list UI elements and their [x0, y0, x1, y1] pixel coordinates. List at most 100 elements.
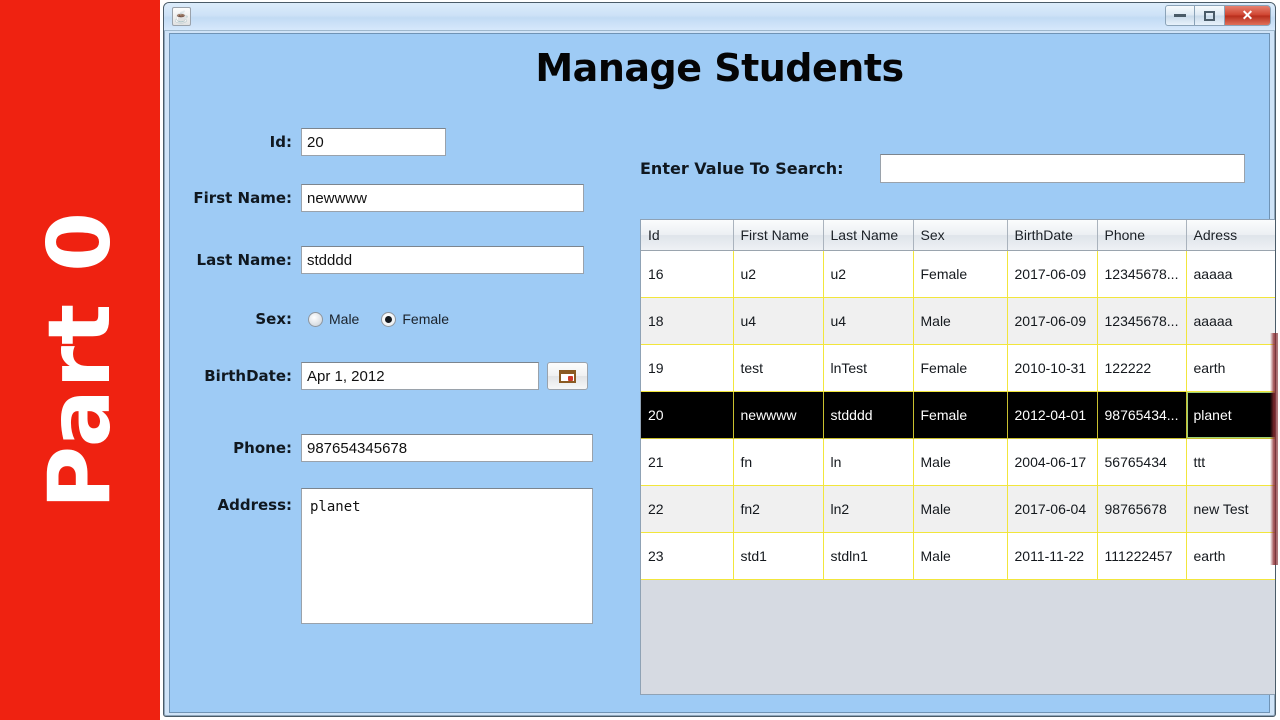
- table-row[interactable]: 19 test lnTest Female 2010-10-31 122222 earth: [641, 344, 1275, 392]
- table-row[interactable]: 18 u4 u4 Male 2017-06-09 12345678... aaaaa: [641, 297, 1275, 345]
- cell-phone[interactable]: 12345678...: [1097, 297, 1187, 345]
- address-textarea[interactable]: planet: [301, 488, 593, 624]
- cell-first-name[interactable]: u2: [733, 250, 824, 298]
- radio-female[interactable]: Female: [381, 311, 449, 327]
- search-and-table-panel: Enter Value To Search: Id First Name Las…: [640, 114, 1275, 714]
- cell-adress[interactable]: earth: [1186, 532, 1275, 580]
- search-input[interactable]: [880, 154, 1245, 183]
- minimize-button[interactable]: [1165, 5, 1195, 26]
- cell-first-name[interactable]: newwww: [733, 391, 824, 439]
- phone-input[interactable]: 987654345678: [301, 434, 593, 462]
- table-body: 16 u2 u2 Female 2017-06-09 12345678... aaaaa 18…: [641, 250, 1275, 580]
- cell-sex[interactable]: Female: [913, 391, 1008, 439]
- table-row[interactable]: 20 newwww stdddd Female 2012-04-01 98765434..…: [641, 391, 1275, 439]
- cell-adress[interactable]: planet: [1186, 391, 1275, 439]
- calendar-icon: [559, 369, 576, 383]
- cell-birthdate[interactable]: 2011-11-22: [1007, 532, 1098, 580]
- cell-last-name[interactable]: lnTest: [823, 344, 914, 392]
- column-header-birthdate[interactable]: BirthDate: [1007, 220, 1098, 251]
- date-picker-button[interactable]: [547, 362, 588, 390]
- birthdate-label: BirthDate:: [204, 367, 292, 385]
- cell-adress[interactable]: aaaaa: [1186, 297, 1275, 345]
- search-label: Enter Value To Search:: [640, 159, 844, 178]
- cell-first-name[interactable]: test: [733, 344, 824, 392]
- column-header-adress[interactable]: Adress: [1186, 220, 1275, 251]
- cell-phone[interactable]: 98765434...: [1097, 391, 1187, 439]
- column-header-sex[interactable]: Sex: [913, 220, 1008, 251]
- cell-birthdate[interactable]: 2004-06-17: [1007, 438, 1098, 486]
- cell-birthdate[interactable]: 2017-06-04: [1007, 485, 1098, 533]
- cell-last-name[interactable]: u4: [823, 297, 914, 345]
- radio-male[interactable]: Male: [308, 311, 359, 327]
- side-banner: Part 0: [0, 0, 160, 720]
- column-header-last-name[interactable]: Last Name: [823, 220, 914, 251]
- cell-phone[interactable]: 111222457: [1097, 532, 1187, 580]
- column-header-phone[interactable]: Phone: [1097, 220, 1187, 251]
- cell-id[interactable]: 22: [641, 485, 734, 533]
- cell-birthdate[interactable]: 2017-06-09: [1007, 250, 1098, 298]
- cell-id[interactable]: 18: [641, 297, 734, 345]
- window-title-bar: ☕ ✕: [164, 3, 1275, 31]
- last-name-input[interactable]: stdddd: [301, 246, 584, 274]
- students-table: Id First Name Last Name Sex BirthDate Ph…: [641, 220, 1275, 580]
- minimize-icon: [1174, 14, 1186, 17]
- sex-radio-group: Male Female: [301, 311, 449, 327]
- cell-id[interactable]: 16: [641, 250, 734, 298]
- cell-phone[interactable]: 98765678: [1097, 485, 1187, 533]
- cell-adress[interactable]: new Test: [1186, 485, 1275, 533]
- table-row[interactable]: 21 fn ln Male 2004-06-17 56765434 ttt: [641, 438, 1275, 486]
- cell-phone[interactable]: 56765434: [1097, 438, 1187, 486]
- cell-id[interactable]: 20: [641, 391, 734, 439]
- cell-last-name[interactable]: u2: [823, 250, 914, 298]
- first-name-input[interactable]: newwww: [301, 184, 584, 212]
- cell-last-name[interactable]: ln: [823, 438, 914, 486]
- cell-sex[interactable]: Female: [913, 344, 1008, 392]
- form-row-address: Address: planet: [170, 488, 640, 624]
- form-row-last-name: Last Name: stdddd: [170, 246, 640, 274]
- cell-adress[interactable]: earth: [1186, 344, 1275, 392]
- column-header-id[interactable]: Id: [641, 220, 734, 251]
- cell-phone[interactable]: 122222: [1097, 344, 1187, 392]
- radio-female-icon: [381, 311, 397, 327]
- cell-first-name[interactable]: u4: [733, 297, 824, 345]
- cell-birthdate[interactable]: 2010-10-31: [1007, 344, 1098, 392]
- cell-sex[interactable]: Male: [913, 532, 1008, 580]
- cell-birthdate[interactable]: 2017-06-09: [1007, 297, 1098, 345]
- table-row[interactable]: 23 std1 stdln1 Male 2011-11-22 111222457 earth: [641, 532, 1275, 580]
- student-form: Id: 20 First Name: newwww Last Name: std…: [170, 114, 640, 714]
- column-header-first-name[interactable]: First Name: [733, 220, 824, 251]
- form-row-first-name: First Name: newwww: [170, 184, 640, 212]
- table-row[interactable]: 22 fn2 ln2 Male 2017-06-04 98765678 new Test: [641, 485, 1275, 533]
- window-controls: ✕: [1165, 5, 1271, 26]
- side-banner-text: Part 0: [30, 210, 130, 510]
- radio-male-label: Male: [329, 311, 360, 327]
- cell-first-name[interactable]: fn: [733, 438, 824, 486]
- cell-birthdate[interactable]: 2012-04-01: [1007, 391, 1098, 439]
- cell-sex[interactable]: Male: [913, 485, 1008, 533]
- students-table-container[interactable]: Id First Name Last Name Sex BirthDate Ph…: [640, 219, 1275, 695]
- cell-first-name[interactable]: std1: [733, 532, 824, 580]
- phone-label: Phone:: [233, 439, 292, 457]
- form-row-id: Id: 20: [170, 128, 640, 156]
- id-input[interactable]: 20: [301, 128, 446, 156]
- cell-phone[interactable]: 12345678...: [1097, 250, 1187, 298]
- cell-last-name[interactable]: stdddd: [823, 391, 914, 439]
- table-row[interactable]: 16 u2 u2 Female 2017-06-09 12345678... aaaaa: [641, 250, 1275, 298]
- cell-last-name[interactable]: stdln1: [823, 532, 914, 580]
- cell-adress[interactable]: ttt: [1186, 438, 1275, 486]
- maximize-button[interactable]: [1195, 5, 1225, 26]
- cell-last-name[interactable]: ln2: [823, 485, 914, 533]
- cell-id[interactable]: 19: [641, 344, 734, 392]
- birthdate-input[interactable]: Apr 1, 2012: [301, 362, 539, 390]
- cell-sex[interactable]: Female: [913, 250, 1008, 298]
- close-button[interactable]: ✕: [1225, 5, 1271, 26]
- cell-sex[interactable]: Male: [913, 438, 1008, 486]
- cell-first-name[interactable]: fn2: [733, 485, 824, 533]
- java-coffee-icon: ☕: [172, 7, 191, 26]
- cell-id[interactable]: 21: [641, 438, 734, 486]
- cell-adress[interactable]: aaaaa: [1186, 250, 1275, 298]
- first-name-label: First Name:: [193, 189, 292, 207]
- cell-id[interactable]: 23: [641, 532, 734, 580]
- cell-sex[interactable]: Male: [913, 297, 1008, 345]
- radio-female-label: Female: [402, 311, 450, 327]
